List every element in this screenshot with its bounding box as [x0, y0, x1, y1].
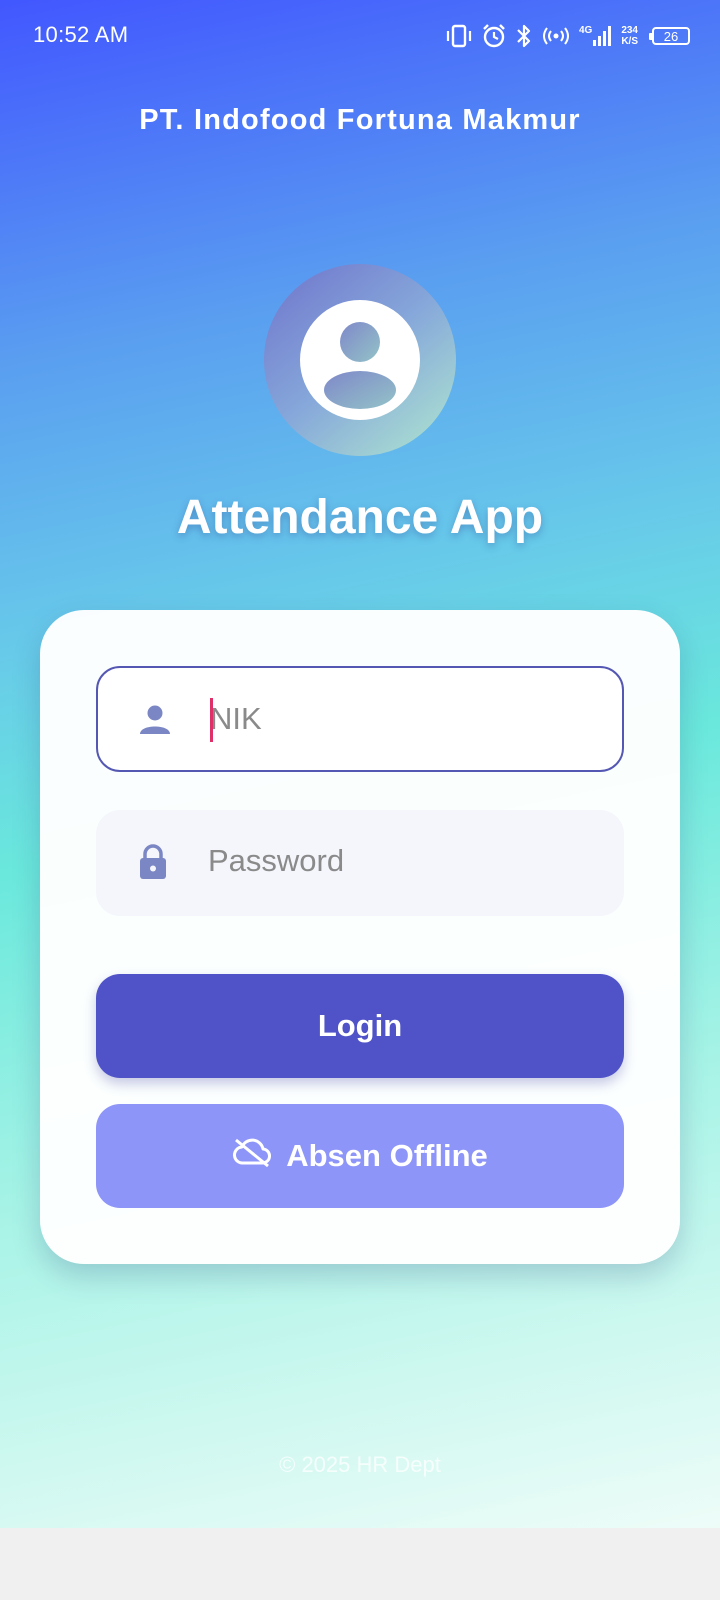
bluetooth-icon	[515, 23, 533, 49]
lock-icon	[134, 843, 172, 881]
nik-input[interactable]	[210, 668, 600, 770]
network-type-label: 4G	[579, 25, 593, 36]
password-input[interactable]	[208, 810, 598, 912]
alarm-icon	[481, 23, 507, 49]
person-icon	[136, 701, 174, 739]
cloud-off-icon	[232, 1137, 272, 1175]
status-bar: 10:52 AM 4G 234 K/S 26	[0, 0, 720, 72]
absen-offline-label: Absen Offline	[286, 1138, 488, 1173]
company-name: PT. Indofood Fortuna Makmur	[139, 104, 581, 136]
vibrate-icon	[445, 23, 473, 49]
login-button[interactable]: Login	[96, 974, 624, 1078]
nik-field[interactable]	[96, 666, 624, 772]
avatar	[264, 264, 456, 456]
battery-icon: 26	[649, 27, 690, 45]
app-title: Attendance App	[176, 491, 544, 544]
account-circle-icon	[300, 300, 420, 420]
footer-copyright: © 2025 HR Dept	[279, 1452, 441, 1477]
password-field[interactable]	[96, 810, 624, 916]
signal-4g-icon: 4G	[579, 23, 613, 49]
login-card: Login Absen Offline	[40, 610, 680, 1264]
net-speed: 234 K/S	[621, 25, 638, 47]
text-cursor	[210, 698, 213, 742]
hotspot-icon	[541, 23, 571, 49]
status-time: 10:52 AM	[33, 22, 129, 47]
status-icons: 4G 234 K/S 26	[445, 20, 690, 52]
battery-level: 26	[663, 28, 679, 44]
net-speed-unit: K/S	[621, 36, 638, 47]
absen-offline-button[interactable]: Absen Offline	[96, 1104, 624, 1208]
net-speed-value: 234	[621, 25, 638, 36]
screen: 10:52 AM 4G 234 K/S 26 PT. Indofood Fort…	[0, 0, 720, 1600]
